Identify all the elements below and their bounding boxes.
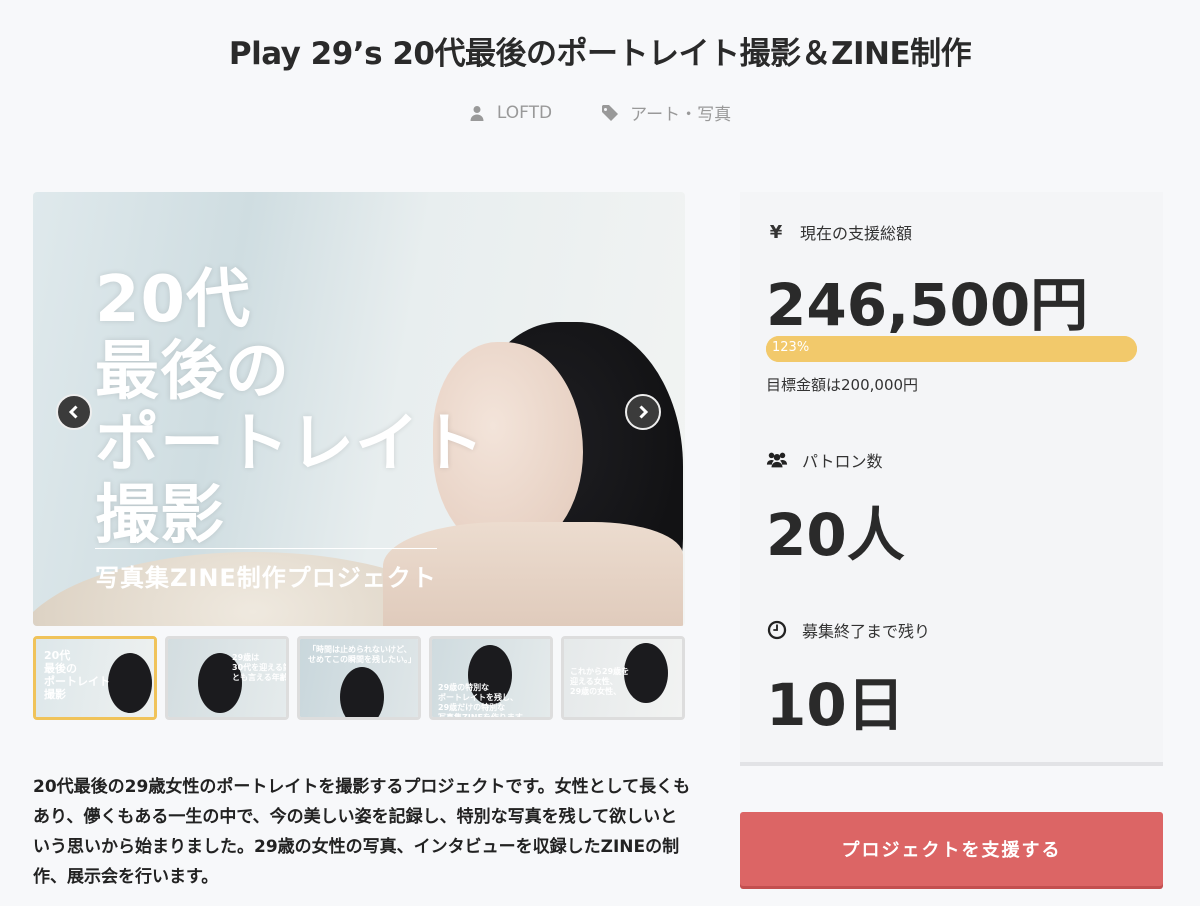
thumbnail-3[interactable]: 「時間は止められないけど、 せめてこの瞬間を残したい。」	[297, 636, 421, 720]
page-title: Play 29’s 20代最後のポートレイト撮影＆ZINE制作	[228, 36, 972, 72]
yen-icon: ¥	[769, 221, 783, 243]
progress-percent: 123%	[772, 340, 810, 355]
carousel-prev-button[interactable]	[56, 394, 92, 430]
thumbnail-text: 29歳は 30代を迎える節目 とも言える年齢。	[232, 653, 288, 682]
clock-icon	[767, 620, 787, 640]
patrons-label: パトロン数	[802, 452, 883, 471]
patrons-count: 20人	[766, 501, 905, 569]
goal-amount: 目標金額は200,000円	[766, 376, 919, 394]
hero-title-line: 最後の	[95, 335, 290, 409]
users-icon	[766, 452, 788, 468]
remaining-days: 10日	[766, 671, 905, 739]
project-description: 20代最後の29歳女性のポートレイトを撮影するプロジェクトです。女性として長くも…	[33, 777, 691, 887]
support-project-button[interactable]: プロジェクトを支援する	[740, 812, 1163, 886]
hero-title-line: 20代	[95, 263, 252, 337]
thumbnail-photo	[340, 667, 384, 717]
total-label: 現在の支援総額	[800, 224, 913, 243]
thumbnail-text: これから29歳を 迎える女性、 29歳の女性、	[570, 667, 630, 696]
funding-stats-panel: ¥ 現在の支援総額 246,500円 123% 目標金額は200,000円 パト…	[740, 192, 1163, 766]
thumbnail-1[interactable]: 20代 最後の ポートレイト 撮影	[33, 636, 157, 720]
thumbnail-2[interactable]: 29歳は 30代を迎える節目 とも言える年齢。	[165, 636, 289, 720]
hero-carousel[interactable]: 20代 最後の ポートレイト 撮影 写真集ZINE制作プロジェクト	[33, 192, 685, 626]
thumbnail-text: 20代 最後の ポートレイト 撮影	[44, 649, 110, 701]
hero-subtitle: 写真集ZINE制作プロジェクト	[95, 564, 437, 592]
author-link[interactable]: LOFTD	[469, 100, 552, 125]
hero-divider	[95, 548, 437, 549]
progress-bar: 123%	[766, 336, 1137, 362]
thumbnail-4[interactable]: 29歳の特別な ポートレイトを残し、 29歳だけの特別な 写真集ZINEを作りま…	[429, 636, 553, 720]
tag-icon	[602, 104, 619, 121]
user-icon	[470, 105, 484, 121]
remaining-label-row: 募集終了まで残り	[766, 618, 930, 642]
hero-title-line: ポートレイト	[95, 407, 485, 481]
chevron-left-icon	[68, 405, 78, 419]
hero-title: 20代 最後の ポートレイト 撮影	[95, 264, 485, 552]
category-link[interactable]: アート・写真	[602, 100, 731, 125]
total-label-row: ¥ 現在の支援総額	[766, 220, 912, 244]
progress-fill	[766, 336, 1137, 362]
remaining-label: 募集終了まで残り	[802, 622, 931, 641]
carousel-next-button[interactable]	[625, 394, 661, 430]
author-name: LOFTD	[496, 102, 553, 123]
hero-title-line: 撮影	[95, 479, 225, 553]
chevron-right-icon	[639, 405, 649, 419]
thumbnail-text: 「時間は止められないけど、 せめてこの瞬間を残したい。」	[308, 645, 416, 664]
thumbnail-photo	[624, 643, 668, 703]
total-amount: 246,500円	[766, 271, 1089, 339]
thumbnail-strip: 20代 最後の ポートレイト 撮影 29歳は 30代を迎える節目 とも言える年齢…	[33, 636, 685, 720]
thumbnail-text: 29歳の特別な ポートレイトを残し、 29歳だけの特別な 写真集ZINEを作りま…	[438, 683, 531, 720]
category-name: アート・写真	[630, 105, 732, 125]
patrons-label-row: パトロン数	[766, 448, 882, 472]
project-meta: LOFTD アート・写真	[0, 100, 1200, 125]
thumbnail-photo	[108, 653, 152, 713]
thumbnail-5[interactable]: これから29歳を 迎える女性、 29歳の女性、	[561, 636, 685, 720]
